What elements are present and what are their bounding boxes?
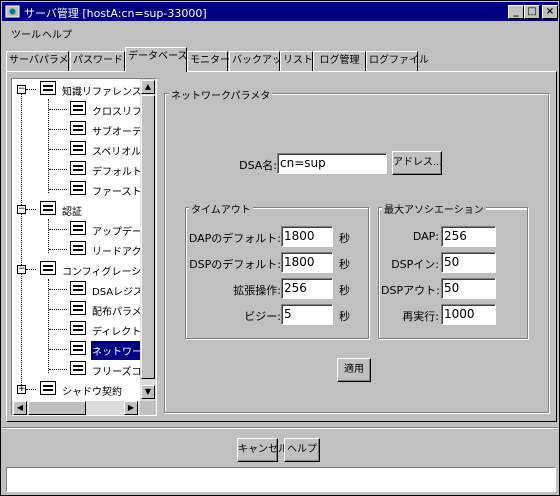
tree-item-cross-ref[interactable]: クロスリファレンス — [12, 99, 156, 119]
max-association-title: 最大アソシエーション — [382, 201, 486, 216]
tab-monitor[interactable]: モニター — [187, 51, 230, 71]
footer-separator — [2, 427, 558, 429]
network-params-title: ネットワークパラメタ — [169, 87, 273, 102]
seconds-unit: 秒 — [339, 284, 350, 297]
scroll-right-icon[interactable]: ▶ — [124, 401, 138, 415]
tree-item-network-params[interactable]: ネットワークパラメタ — [12, 339, 156, 360]
menu-bar: ツール ヘルプ — [2, 22, 558, 42]
busy-field[interactable]: 5 — [281, 304, 333, 325]
collapse-icon[interactable]: − — [17, 205, 26, 214]
document-icon — [70, 301, 86, 315]
scroll-up-icon[interactable]: ▲ — [141, 80, 155, 94]
seconds-unit: 秒 — [339, 258, 350, 271]
dap-assoc-field[interactable]: 256 — [441, 226, 496, 247]
scroll-thumb[interactable] — [141, 95, 155, 379]
dsp-out-label: DSPアウト: — [381, 284, 440, 297]
dap-assoc-label: DAP: — [412, 230, 439, 243]
document-icon — [70, 121, 86, 135]
tree-item-first-level[interactable]: ファーストレベル — [12, 179, 156, 199]
tab-restore[interactable]: リストア — [280, 51, 323, 71]
tree-node-shadow-agreement[interactable]: + シャドウ契約 — [12, 379, 156, 399]
document-icon — [70, 361, 86, 375]
apply-button[interactable]: 適用 — [337, 358, 371, 382]
document-icon — [70, 141, 86, 155]
tree-node-knowledge-ref[interactable]: − 知識リファレンス — [12, 79, 156, 99]
dsa-name-label: DSA名: — [239, 159, 277, 172]
title-bar[interactable]: サーバ管理 [hostA:cn=sup-33000] _ □ × — [2, 2, 558, 21]
expand-icon[interactable]: + — [17, 385, 26, 394]
tree-node-auth[interactable]: − 認証 — [12, 199, 156, 219]
collapse-icon[interactable]: − — [17, 265, 26, 274]
extended-op-label: 拡張操作: — [233, 284, 281, 297]
application-window: サーバ管理 [hostA:cn=sup-33000] _ □ × ツール ヘルプ… — [0, 0, 560, 496]
dsa-name-field[interactable]: cn=sup — [277, 153, 387, 174]
tree-item-update[interactable]: アップデート — [12, 219, 156, 239]
document-icon — [70, 181, 86, 195]
document-icon — [70, 281, 86, 295]
document-icon — [70, 101, 86, 115]
folder-icon — [40, 81, 56, 95]
collapse-icon[interactable]: − — [17, 85, 26, 94]
maximize-button[interactable]: □ — [524, 5, 540, 19]
extended-op-field[interactable]: 256 — [281, 278, 333, 299]
app-icon — [5, 4, 20, 19]
cancel-button[interactable]: キャンセル — [237, 438, 288, 462]
menu-help[interactable]: ヘルプ — [42, 26, 72, 41]
scroll-down-icon[interactable]: ▼ — [141, 385, 155, 399]
address-button[interactable]: アドレス... — [392, 151, 443, 175]
retry-field[interactable]: 1000 — [441, 304, 496, 325]
tree-vertical-scrollbar[interactable]: ▲ ▼ — [140, 79, 156, 401]
status-bar — [6, 467, 556, 492]
tree-item-default-ref[interactable]: デフォルトリファレンス — [12, 159, 156, 179]
tree-node-configuration[interactable]: − コンフィグレーション — [12, 259, 156, 279]
busy-label: ビジー: — [244, 310, 281, 323]
help-button[interactable]: ヘルプ — [284, 438, 320, 462]
scroll-thumb[interactable] — [28, 401, 86, 415]
tree-item-distribution[interactable]: 配布パラメタ — [12, 299, 156, 319]
dsp-in-field[interactable]: 50 — [441, 252, 496, 273]
seconds-unit: 秒 — [339, 232, 350, 245]
tab-backup[interactable]: バックアップ — [229, 51, 292, 71]
tab-password[interactable]: パスワード — [70, 51, 125, 71]
tree-node-label: シャドウ契約 — [62, 387, 122, 398]
retry-label: 再実行: — [402, 310, 439, 323]
minimize-button[interactable]: _ — [508, 5, 524, 19]
seconds-unit: 秒 — [339, 310, 350, 323]
tree-item-directory-config[interactable]: ディレクトリコンフィグ — [12, 319, 156, 339]
document-icon — [70, 241, 86, 255]
dsp-default-label: DSPのデフォルト: — [189, 258, 281, 271]
tree-horizontal-scrollbar[interactable]: ◀ ▶ — [12, 401, 140, 415]
folder-icon — [40, 201, 56, 215]
tree-item-subordinate[interactable]: サブオーディネート — [12, 119, 156, 139]
tree-item-read-access[interactable]: リードアクセス — [12, 239, 156, 259]
tab-server-params[interactable]: サーバパラメタ — [6, 51, 79, 71]
tree-item-dsa-registry[interactable]: DSAレジストリ — [12, 279, 156, 299]
document-icon — [70, 161, 86, 175]
scroll-left-icon[interactable]: ◀ — [13, 401, 27, 415]
dap-default-label: DAPのデフォルト: — [188, 232, 281, 245]
tab-log-management[interactable]: ログ管理 — [313, 51, 366, 71]
document-icon — [70, 221, 86, 235]
tree-node-label: 認証 — [62, 207, 82, 218]
tree-item-superior-ref[interactable]: スペリオルリファレンス — [12, 139, 156, 159]
database-tree: − 知識リファレンス クロスリファレンス サブオーディネート スペリオルリファレ… — [11, 78, 157, 416]
dsp-default-field[interactable]: 1800 — [281, 252, 333, 273]
timeout-title: タイムアウト — [189, 201, 253, 216]
menu-tools[interactable]: ツール — [11, 26, 41, 41]
close-button[interactable]: × — [542, 5, 558, 19]
tab-log-file[interactable]: ログファイル — [366, 51, 429, 71]
document-icon — [70, 341, 86, 355]
document-icon — [70, 321, 86, 335]
window-title: サーバ管理 [hostA:cn=sup-33000] — [24, 7, 207, 20]
folder-icon — [40, 261, 56, 275]
dsp-out-field[interactable]: 50 — [441, 278, 496, 299]
folder-icon — [40, 381, 56, 395]
tab-database[interactable]: データベース — [125, 47, 188, 72]
tree-item-freeze-config[interactable]: フリーズコンフィグ — [12, 359, 156, 379]
tree-node-label: 知識リファレンス — [62, 87, 142, 98]
dap-default-field[interactable]: 1800 — [281, 226, 333, 247]
scroll-corner — [140, 401, 156, 415]
dsp-in-label: DSPイン: — [391, 258, 439, 271]
